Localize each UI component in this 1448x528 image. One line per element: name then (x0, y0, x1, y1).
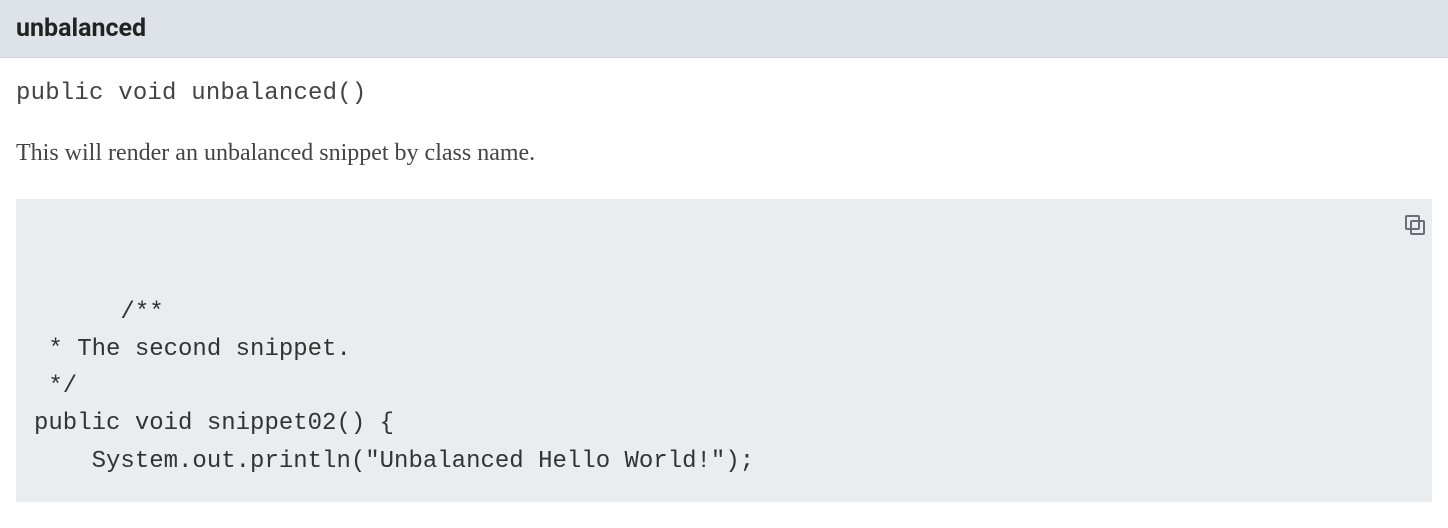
copy-button[interactable] (1382, 213, 1410, 241)
method-description: This will render an unbalanced snippet b… (16, 137, 1432, 171)
method-name: unbalanced (16, 14, 146, 43)
code-snippet-block: /** * The second snippet. */ public void… (16, 199, 1432, 502)
method-signature: public void unbalanced() (16, 80, 1432, 107)
method-section: unbalanced public void unbalanced() This… (0, 0, 1448, 502)
method-content: public void unbalanced() This will rende… (0, 58, 1448, 502)
method-header: unbalanced (0, 0, 1448, 58)
copy-icon (1365, 199, 1426, 256)
code-snippet-text: /** * The second snippet. */ public void… (34, 299, 754, 475)
